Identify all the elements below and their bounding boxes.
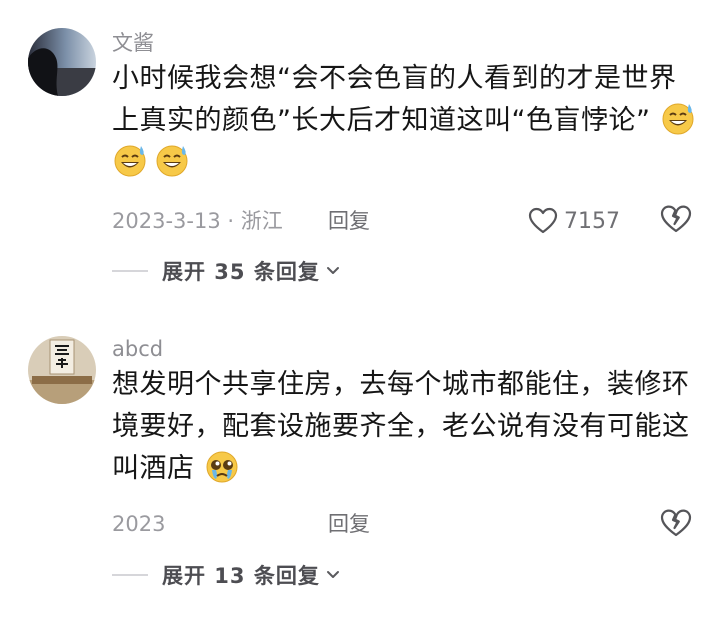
comment-line-text: 上真实的颜色”长大后才知道这叫“色盲悖论” <box>112 105 651 136</box>
comment-item: 文酱 小时候我会想“会不会色盲的人看到的才是世界 上真实的颜色”长大后才知道这叫… <box>0 0 720 312</box>
divider <box>112 574 148 576</box>
username[interactable]: abcd <box>112 335 163 363</box>
time-location: 2023 <box>112 512 166 536</box>
expand-replies-label: 展开 13 条回复 <box>162 564 320 588</box>
chevron-down-icon <box>326 267 339 274</box>
comment-text: 想发明个共享住房，去每个城市都能住，装修环 境要好，配套设施要齐全，老公说有没有… <box>112 364 690 490</box>
dislike-button[interactable] <box>660 204 692 238</box>
reply-button[interactable]: 回复 <box>328 207 370 235</box>
username[interactable]: 文酱 <box>112 29 154 57</box>
like-count: 7157 <box>564 208 620 234</box>
avatar[interactable] <box>28 28 96 96</box>
expand-replies-button[interactable]: 展开 13 条回复 <box>112 560 340 590</box>
broken-heart-icon <box>660 509 692 537</box>
comment-line: 境要好，配套设施要齐全，老公说有没有可能这 <box>112 411 690 442</box>
comment-line: 想发明个共享住房，去每个城市都能住，装修环 <box>112 369 690 400</box>
comment-line: 叫酒店 <box>112 448 690 490</box>
divider <box>112 270 148 272</box>
expand-replies-button[interactable]: 展开 35 条回复 <box>112 256 340 286</box>
dislike-button[interactable] <box>660 508 692 542</box>
expand-replies-label: 展开 35 条回复 <box>162 260 320 284</box>
comment-text: 小时候我会想“会不会色盲的人看到的才是世界 上真实的颜色”长大后才知道这叫“色盲… <box>112 58 694 184</box>
chevron-down-icon <box>326 571 339 578</box>
time-location: 2023-3-13 · 浙江 <box>112 209 283 233</box>
comment-item: abcd 想发明个共享住房，去每个城市都能住，装修环 境要好，配套设施要齐全，老… <box>0 312 720 628</box>
avatar[interactable] <box>28 336 96 404</box>
comment-line: 小时候我会想“会不会色盲的人看到的才是世界 <box>112 63 677 94</box>
sweat-smile-emoji <box>662 103 694 135</box>
like-button[interactable]: 7157 <box>528 204 620 238</box>
heart-outline-icon <box>528 207 558 234</box>
comment-line: 上真实的颜色”长大后才知道这叫“色盲悖论” <box>112 100 694 142</box>
comment-line <box>112 142 690 184</box>
broken-heart-icon <box>660 205 692 233</box>
sweat-smile-emoji <box>114 145 146 177</box>
pleading-face-emoji <box>206 451 238 483</box>
sweat-smile-emoji <box>156 145 188 177</box>
comment-line-text: 叫酒店 <box>112 453 195 484</box>
reply-button[interactable]: 回复 <box>328 510 370 538</box>
